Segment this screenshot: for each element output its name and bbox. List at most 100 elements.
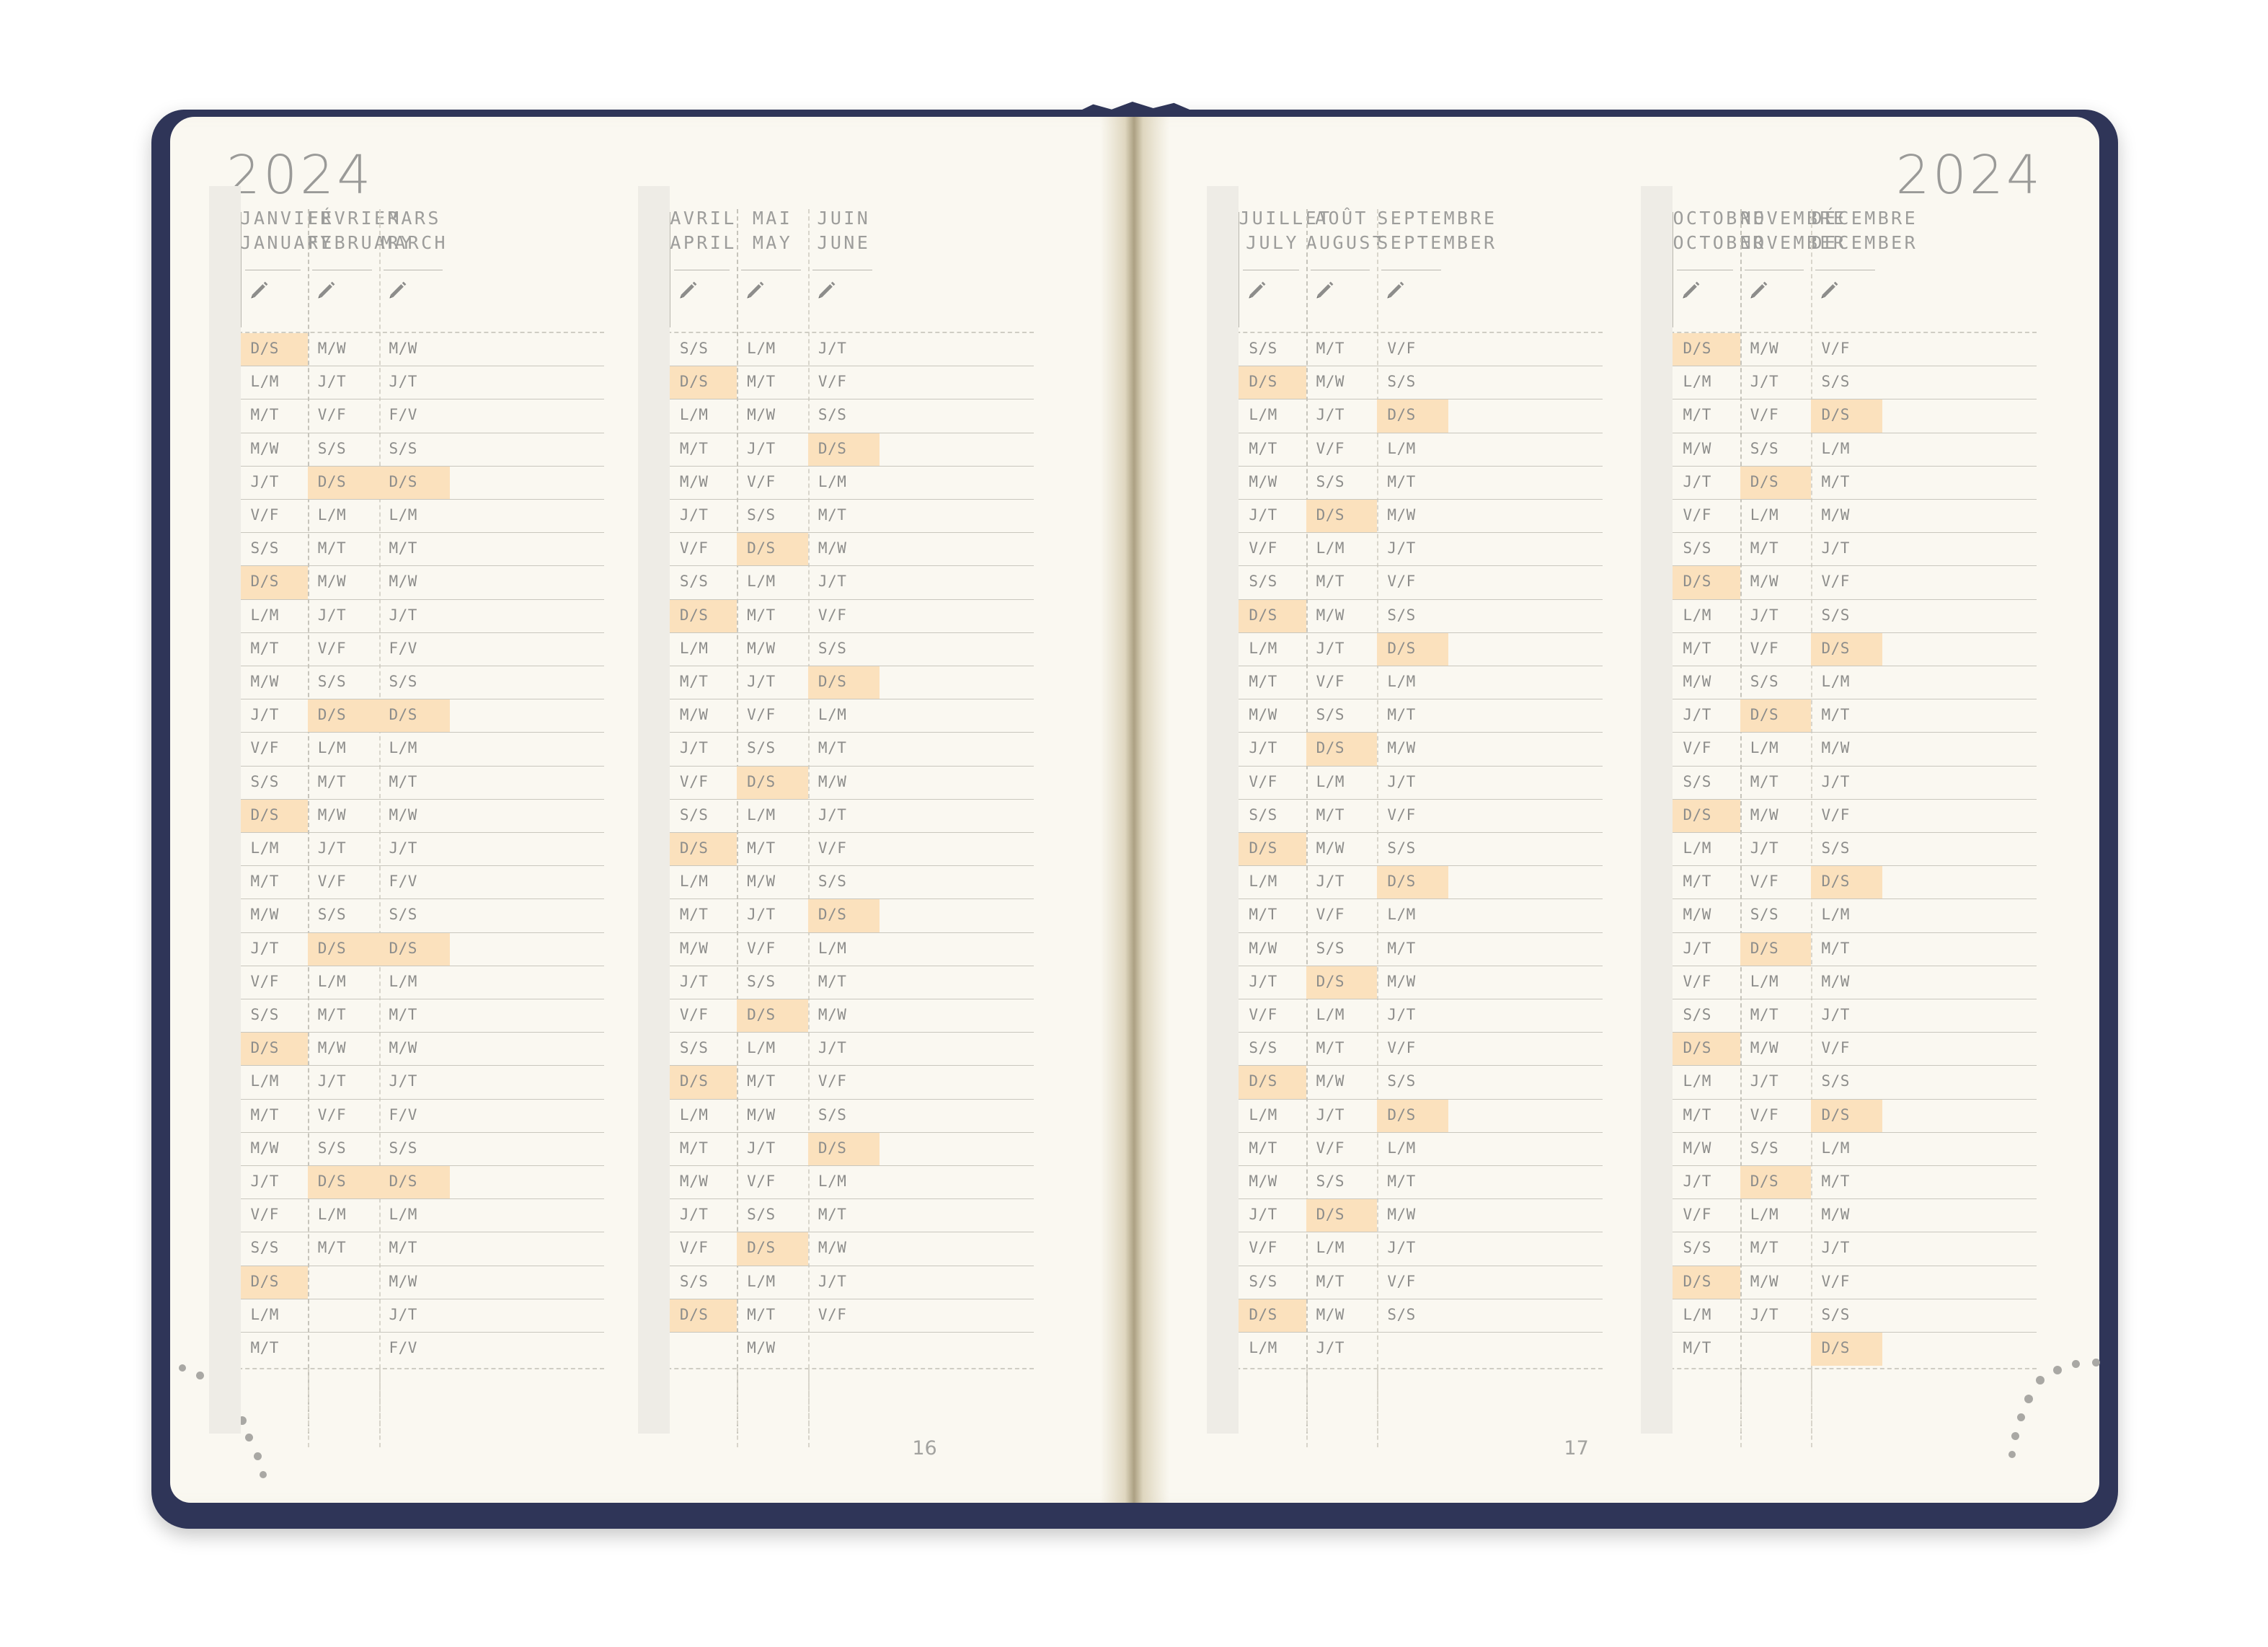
- day-cell[interactable]: D/S: [807, 433, 880, 467]
- day-cell[interactable]: V/F: [1306, 433, 1378, 467]
- day-cell[interactable]: D/S: [669, 599, 737, 633]
- day-cell[interactable]: D/S: [1740, 932, 1812, 966]
- day-cell[interactable]: M/W: [241, 666, 308, 699]
- day-cell[interactable]: S/S: [1811, 1299, 1882, 1333]
- day-cell[interactable]: J/T: [670, 500, 737, 533]
- day-cell[interactable]: M/W: [1740, 333, 1812, 366]
- day-cell[interactable]: S/S: [808, 1100, 880, 1133]
- day-cell[interactable]: M/T: [1239, 1133, 1306, 1166]
- day-cell[interactable]: D/S: [1306, 733, 1378, 767]
- day-cell[interactable]: J/T: [1239, 1199, 1306, 1232]
- day-cell[interactable]: D/S: [378, 1166, 451, 1200]
- day-cell[interactable]: S/S: [670, 1266, 737, 1299]
- day-cell[interactable]: J/T: [808, 800, 880, 833]
- day-cell[interactable]: L/M: [1811, 1133, 1882, 1166]
- day-cell[interactable]: S/S: [241, 533, 308, 566]
- day-cell[interactable]: S/S: [670, 566, 737, 599]
- day-cell[interactable]: M/W: [1377, 966, 1448, 999]
- day-cell[interactable]: M/T: [308, 1232, 379, 1266]
- day-cell[interactable]: M/T: [1811, 1166, 1882, 1199]
- day-cell[interactable]: S/S: [808, 866, 880, 899]
- day-cell[interactable]: S/S: [1377, 1299, 1448, 1333]
- day-cell[interactable]: J/T: [1239, 733, 1306, 766]
- pencil-icon[interactable]: [1818, 280, 1840, 301]
- day-cell[interactable]: D/S: [1377, 632, 1449, 666]
- day-cell[interactable]: M/T: [241, 399, 308, 433]
- day-cell[interactable]: M/T: [808, 1199, 880, 1232]
- pencil-icon[interactable]: [1384, 280, 1406, 301]
- day-cell[interactable]: L/M: [1239, 866, 1306, 899]
- day-cell[interactable]: M/W: [737, 633, 808, 666]
- day-cell[interactable]: F/V: [379, 1333, 451, 1366]
- day-cell[interactable]: M/W: [241, 433, 308, 467]
- day-cell[interactable]: J/T: [379, 600, 451, 633]
- day-cell[interactable]: V/F: [1811, 333, 1882, 366]
- day-cell[interactable]: S/S: [1811, 600, 1882, 633]
- day-cell[interactable]: M/T: [1306, 1033, 1378, 1066]
- day-cell[interactable]: V/F: [1740, 633, 1812, 666]
- day-cell[interactable]: M/T: [670, 433, 737, 467]
- day-cell[interactable]: L/M: [379, 1199, 451, 1232]
- day-cell[interactable]: M/T: [1811, 933, 1882, 966]
- day-cell[interactable]: D/S: [1811, 1099, 1883, 1133]
- day-cell[interactable]: L/M: [1377, 1133, 1448, 1166]
- day-cell[interactable]: L/M: [670, 399, 737, 433]
- day-cell[interactable]: M/W: [1740, 1266, 1812, 1299]
- day-cell[interactable]: D/S: [669, 1299, 737, 1333]
- day-cell[interactable]: D/S: [1239, 1066, 1306, 1100]
- day-cell[interactable]: F/V: [379, 866, 451, 899]
- day-cell[interactable]: S/S: [308, 1133, 379, 1166]
- day-cell[interactable]: L/M: [808, 1166, 880, 1199]
- day-cell[interactable]: J/T: [670, 733, 737, 766]
- day-cell[interactable]: M/T: [1377, 1166, 1448, 1199]
- day-cell[interactable]: L/M: [1306, 999, 1378, 1033]
- day-cell[interactable]: L/M: [1306, 533, 1378, 566]
- day-cell[interactable]: D/S: [1239, 1299, 1306, 1333]
- day-cell[interactable]: D/S: [378, 699, 451, 733]
- day-cell[interactable]: S/S: [1377, 600, 1448, 633]
- day-cell[interactable]: M/W: [1239, 699, 1306, 733]
- day-cell[interactable]: D/S: [737, 766, 808, 800]
- day-cell[interactable]: S/S: [808, 633, 880, 666]
- day-cell[interactable]: S/S: [1377, 1066, 1448, 1099]
- day-cell[interactable]: S/S: [1673, 533, 1740, 566]
- day-cell[interactable]: V/F: [1811, 1033, 1882, 1066]
- day-cell[interactable]: V/F: [1673, 1199, 1740, 1232]
- day-cell[interactable]: V/F: [1740, 1100, 1812, 1133]
- day-cell[interactable]: D/S: [737, 1232, 808, 1266]
- day-cell[interactable]: M/W: [1239, 933, 1306, 966]
- day-cell[interactable]: S/S: [1811, 366, 1882, 399]
- day-cell[interactable]: J/T: [1811, 1232, 1882, 1266]
- day-cell[interactable]: J/T: [308, 1066, 379, 1099]
- day-cell[interactable]: S/S: [1306, 933, 1378, 966]
- day-cell[interactable]: L/M: [1377, 899, 1448, 932]
- day-cell[interactable]: M/W: [1740, 566, 1812, 599]
- day-cell[interactable]: V/F: [808, 833, 880, 866]
- day-cell[interactable]: J/T: [1811, 533, 1882, 566]
- day-cell[interactable]: L/M: [241, 833, 308, 866]
- day-cell[interactable]: V/F: [1740, 399, 1812, 433]
- day-cell[interactable]: M/T: [241, 633, 308, 666]
- day-cell[interactable]: M/T: [1740, 1232, 1812, 1266]
- day-cell[interactable]: M/T: [808, 966, 880, 999]
- day-cell[interactable]: M/T: [1306, 1266, 1378, 1299]
- day-cell[interactable]: J/T: [1811, 767, 1882, 800]
- day-cell[interactable]: D/S: [669, 366, 737, 400]
- day-cell[interactable]: V/F: [241, 1199, 308, 1232]
- day-cell[interactable]: D/S: [1811, 1333, 1883, 1366]
- day-cell[interactable]: S/S: [670, 1033, 737, 1066]
- day-cell[interactable]: L/M: [308, 1199, 379, 1232]
- day-cell[interactable]: M/W: [1811, 733, 1882, 766]
- day-cell[interactable]: V/F: [1377, 333, 1448, 366]
- day-cell[interactable]: J/T: [670, 966, 737, 999]
- day-cell[interactable]: J/T: [1377, 767, 1448, 800]
- day-cell[interactable]: V/F: [241, 733, 308, 766]
- day-cell[interactable]: D/S: [378, 932, 451, 966]
- day-cell[interactable]: S/S: [1239, 1033, 1306, 1066]
- day-cell[interactable]: D/S: [737, 533, 808, 567]
- day-cell[interactable]: S/S: [1811, 833, 1882, 866]
- day-cell[interactable]: M/T: [737, 1299, 808, 1333]
- pencil-icon[interactable]: [315, 280, 337, 301]
- day-cell[interactable]: L/M: [1377, 433, 1448, 467]
- day-cell[interactable]: J/T: [308, 833, 379, 866]
